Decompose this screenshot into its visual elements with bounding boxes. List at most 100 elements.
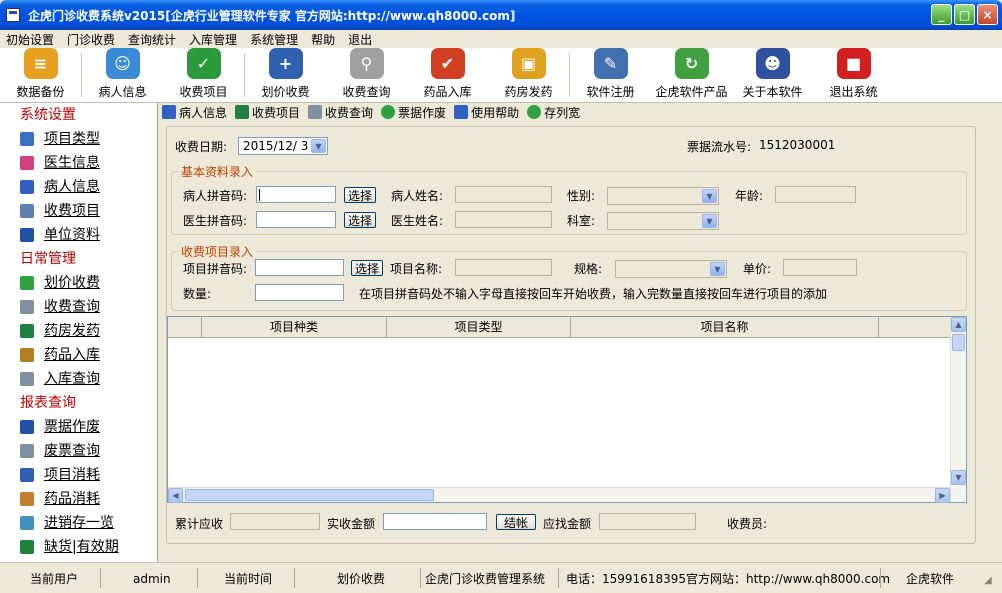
resize-grip-icon[interactable]: ◢ bbox=[984, 573, 992, 589]
toolbar-button-8[interactable]: ↻ 企虎软件产品 bbox=[651, 48, 732, 103]
spec-select[interactable]: ▼ bbox=[615, 260, 727, 278]
toolbar-button-9[interactable]: ☻ 关于本软件 bbox=[732, 48, 813, 103]
refresh-icon: ↻ bbox=[674, 48, 709, 79]
subbar-button-0[interactable]: 病人信息 bbox=[162, 104, 227, 121]
menu-query-stats[interactable]: 查询统计 bbox=[128, 31, 176, 48]
nav-item-8[interactable]: 收费查询 bbox=[0, 295, 157, 319]
chevron-down-icon[interactable]: ▼ bbox=[710, 262, 725, 276]
menu-clinic-billing[interactable]: 门诊收费 bbox=[67, 31, 115, 48]
exit-cube-icon: ■ bbox=[836, 48, 871, 79]
grid-col-index[interactable] bbox=[168, 317, 202, 337]
nav-item-9[interactable]: 药房发药 bbox=[0, 319, 157, 343]
menu-system[interactable]: 系统管理 bbox=[250, 31, 298, 48]
nav-item-label: 收费项目 bbox=[44, 203, 100, 219]
serial-label: 票据流水号: bbox=[687, 140, 752, 154]
close-button[interactable]: × bbox=[977, 4, 998, 25]
grid-col-name[interactable]: 项目名称 bbox=[571, 317, 879, 337]
scroll-right-icon[interactable]: ▶ bbox=[935, 488, 950, 503]
select-patient-button[interactable]: 选择 bbox=[344, 187, 376, 203]
status-brand: 企虎软件 bbox=[906, 572, 955, 586]
nav-item-13[interactable]: 票据作废 bbox=[0, 415, 157, 439]
nav-item-7[interactable]: 划价收费 bbox=[0, 271, 157, 295]
nav-item-2[interactable]: 医生信息 bbox=[0, 151, 157, 175]
toolbar-button-6[interactable]: ▣ 药房发药 bbox=[488, 48, 569, 103]
toolbar-button-label: 收费查询 bbox=[342, 85, 391, 99]
subbar-button-5[interactable]: 存列宽 bbox=[527, 104, 580, 121]
nav-item-3[interactable]: 病人信息 bbox=[0, 175, 157, 199]
vertical-scroll-thumb[interactable] bbox=[952, 334, 965, 351]
grid-col-type[interactable]: 项目类型 bbox=[387, 317, 571, 337]
toolbar-button-label: 企虎软件产品 bbox=[655, 85, 728, 99]
toolbar-button-2[interactable]: ✓ 收费项目 bbox=[163, 48, 244, 103]
minimize-button[interactable]: _ bbox=[931, 4, 952, 25]
select-doctor-button[interactable]: 选择 bbox=[344, 212, 376, 228]
toolbar-button-label: 划价收费 bbox=[261, 85, 310, 99]
chevron-down-icon[interactable]: ▼ bbox=[311, 139, 326, 153]
menu-help[interactable]: 帮助 bbox=[311, 31, 335, 48]
doctor-code-input[interactable] bbox=[256, 211, 336, 228]
toolbar-button-0[interactable]: ≡ 数据备份 bbox=[0, 48, 81, 103]
gender-select[interactable]: ▼ bbox=[607, 187, 719, 205]
select-item-button[interactable]: 选择 bbox=[351, 260, 383, 276]
book-icon bbox=[20, 540, 34, 554]
horizontal-scroll-thumb[interactable] bbox=[185, 489, 434, 501]
subbar-button-2[interactable]: 收费查询 bbox=[308, 104, 373, 121]
toolbar-button-7[interactable]: ✎ 软件注册 bbox=[570, 48, 651, 103]
nav-item-5[interactable]: 单位资料 bbox=[0, 223, 157, 247]
subbar-button-4[interactable]: 使用帮助 bbox=[454, 104, 519, 121]
price-label: 单价: bbox=[743, 262, 772, 276]
nav-item-label: 项目类型 bbox=[44, 131, 100, 147]
database-icon: ≡ bbox=[23, 48, 58, 79]
patient-code-input[interactable] bbox=[256, 186, 336, 203]
patient-name-field bbox=[455, 186, 552, 203]
nav-item-10[interactable]: 药品入库 bbox=[0, 343, 157, 367]
nav-item-1[interactable]: 项目类型 bbox=[0, 127, 157, 151]
nav-item-label: 收费查询 bbox=[44, 299, 100, 315]
grid-header: 项目种类 项目类型 项目名称 bbox=[168, 317, 966, 338]
box-icon bbox=[20, 492, 34, 506]
grid-vertical-scrollbar[interactable]: ▲ ▼ bbox=[950, 317, 966, 502]
checkout-button[interactable]: 结帐 bbox=[496, 514, 536, 530]
paid-input[interactable] bbox=[383, 513, 487, 530]
nav-item-14[interactable]: 废票查询 bbox=[0, 439, 157, 463]
toolbar-button-10[interactable]: ■ 退出系统 bbox=[813, 48, 894, 103]
toolbar-button-5[interactable]: ✔ 药品入库 bbox=[407, 48, 488, 103]
menu-stock-in[interactable]: 入库管理 bbox=[189, 31, 237, 48]
grid-horizontal-scrollbar[interactable]: ◀ ▶ bbox=[168, 487, 950, 503]
item-code-input[interactable] bbox=[255, 259, 344, 276]
nav-item-17[interactable]: 进销存一览 bbox=[0, 511, 157, 535]
qty-input[interactable] bbox=[255, 284, 344, 301]
qty-label: 数量: bbox=[183, 287, 212, 301]
nav-group-header: 系统设置 bbox=[20, 107, 76, 123]
nav-item-16[interactable]: 药品消耗 bbox=[0, 487, 157, 511]
menu-bar: 初始设置 门诊收费 查询统计 入库管理 系统管理 帮助 退出 bbox=[0, 30, 1002, 48]
change-label: 应找金额 bbox=[543, 517, 592, 531]
maximize-button[interactable]: □ bbox=[954, 4, 975, 25]
subbar-button-3[interactable]: 票据作废 bbox=[381, 104, 446, 121]
toolbar-button-1[interactable]: ☺ 病人信息 bbox=[82, 48, 163, 103]
toolbar-button-3[interactable]: + 划价收费 bbox=[245, 48, 326, 103]
chevron-down-icon[interactable]: ▼ bbox=[702, 214, 717, 228]
chevron-down-icon[interactable]: ▼ bbox=[702, 189, 717, 203]
patient-icon bbox=[20, 180, 34, 194]
scroll-up-icon[interactable]: ▲ bbox=[951, 317, 966, 332]
subbar-button-1[interactable]: 收费项目 bbox=[235, 104, 300, 121]
menu-exit[interactable]: 退出 bbox=[348, 31, 372, 48]
nav-item-11[interactable]: 入库查询 bbox=[0, 367, 157, 391]
nav-item-15[interactable]: 项目消耗 bbox=[0, 463, 157, 487]
date-picker[interactable]: 2015/12/ 3 ▼ bbox=[238, 137, 328, 155]
item-code-label: 项目拼音码: bbox=[183, 262, 248, 276]
scroll-down-icon[interactable]: ▼ bbox=[951, 470, 966, 485]
toolbar-button-label: 药品入库 bbox=[423, 85, 472, 99]
scroll-left-icon[interactable]: ◀ bbox=[168, 488, 183, 503]
status-divider bbox=[880, 568, 881, 588]
menu-init-settings[interactable]: 初始设置 bbox=[6, 31, 54, 48]
toolbar-button-4[interactable]: ⚲ 收费查询 bbox=[326, 48, 407, 103]
nav-item-4[interactable]: 收费项目 bbox=[0, 199, 157, 223]
date-value: 2015/12/ 3 bbox=[243, 139, 309, 153]
book-icon bbox=[20, 324, 34, 338]
grid-col-category[interactable]: 项目种类 bbox=[202, 317, 387, 337]
app-icon[interactable] bbox=[6, 8, 20, 22]
nav-item-18[interactable]: 缺货|有效期 bbox=[0, 535, 157, 559]
dept-select[interactable]: ▼ bbox=[607, 212, 719, 230]
